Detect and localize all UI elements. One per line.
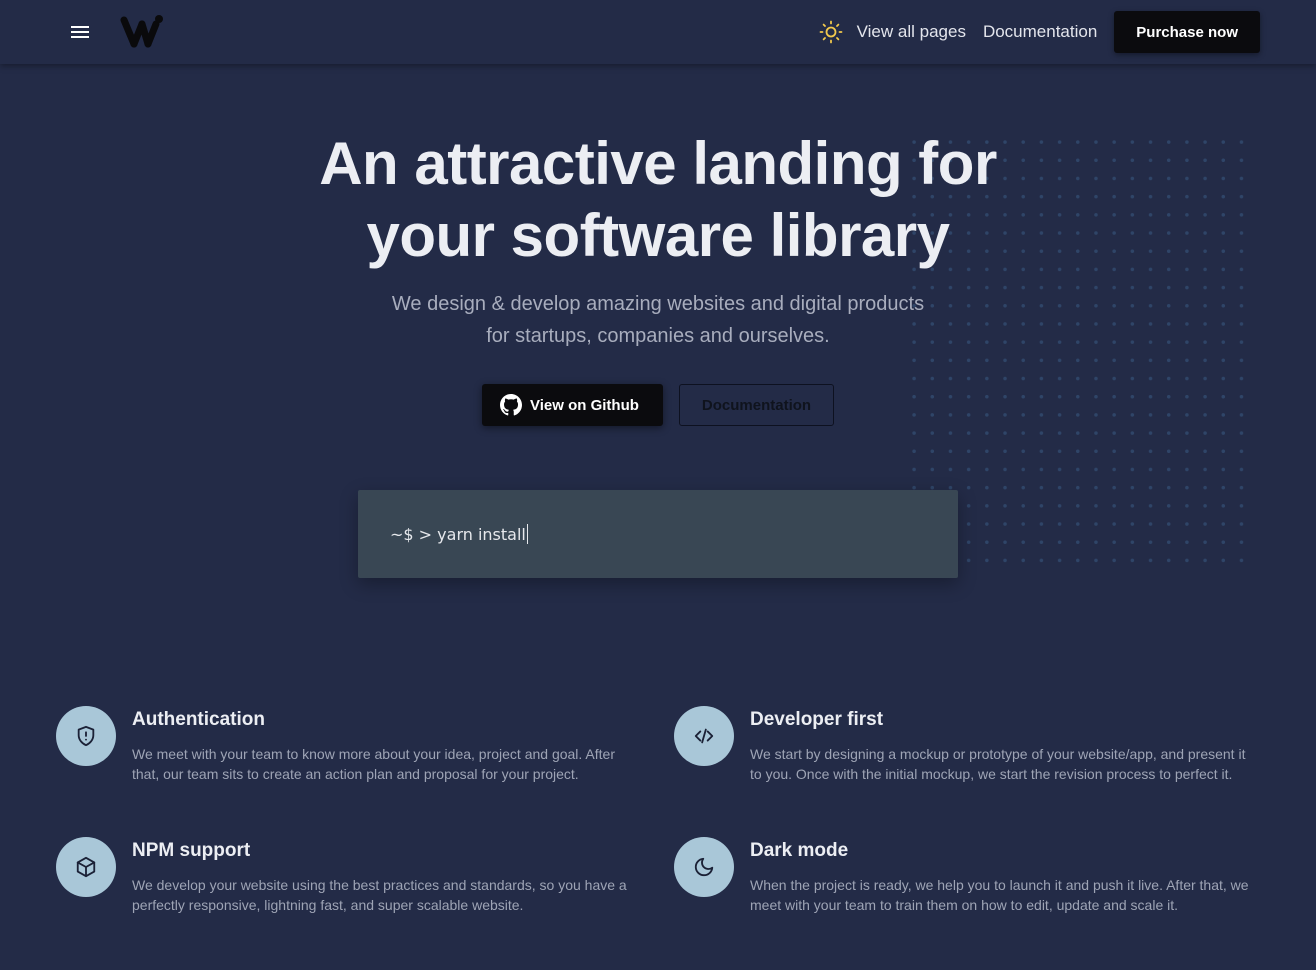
nav-link-documentation[interactable]: Documentation <box>983 22 1097 42</box>
hero-subtitle-line-2: for startups, companies and ourselves. <box>486 325 830 347</box>
code-icon <box>674 706 734 766</box>
terminal-box: ~$ > yarn install <box>358 490 958 578</box>
hero-title-line-1: An attractive landing for <box>319 130 997 197</box>
hero-subtitle: We design & develop amazing websites and… <box>0 288 1316 352</box>
view-on-github-button[interactable]: View on Github <box>482 384 663 426</box>
hero-subtitle-line-1: We design & develop amazing websites and… <box>391 293 925 315</box>
hamburger-menu-icon[interactable] <box>62 14 98 50</box>
feature-description: When the project is ready, we help you t… <box>750 877 1249 913</box>
github-icon <box>500 394 522 416</box>
shield-alert-icon <box>56 706 116 766</box>
nav-right-group: View all pages Documentation Purchase no… <box>819 11 1260 53</box>
top-navbar: View all pages Documentation Purchase no… <box>0 0 1316 64</box>
terminal-caret <box>526 524 528 544</box>
feature-title: Dark mode <box>750 840 849 861</box>
feature-title: Developer first <box>750 709 884 730</box>
github-button-label: View on Github <box>530 396 639 414</box>
purchase-button[interactable]: Purchase now <box>1114 11 1260 53</box>
feature-description: We start by designing a mockup or protot… <box>750 746 1246 782</box>
nav-link-view-all-pages[interactable]: View all pages <box>857 22 966 42</box>
terminal-command: ~$ > yarn install <box>390 524 526 544</box>
hero-title-line-2: your software library <box>366 202 950 269</box>
feature-description: We develop your website using the best p… <box>132 877 627 913</box>
feature-title: NPM support <box>132 840 251 861</box>
feature-description: We meet with your team to know more abou… <box>132 746 615 782</box>
feature-title: Authentication <box>132 709 265 730</box>
moon-icon <box>674 837 734 897</box>
brand-logo-icon[interactable] <box>120 14 166 50</box>
hero-title: An attractive landing for your software … <box>0 128 1316 272</box>
documentation-button[interactable]: Documentation <box>679 384 834 426</box>
box-icon <box>56 837 116 897</box>
sun-icon[interactable] <box>819 20 843 44</box>
